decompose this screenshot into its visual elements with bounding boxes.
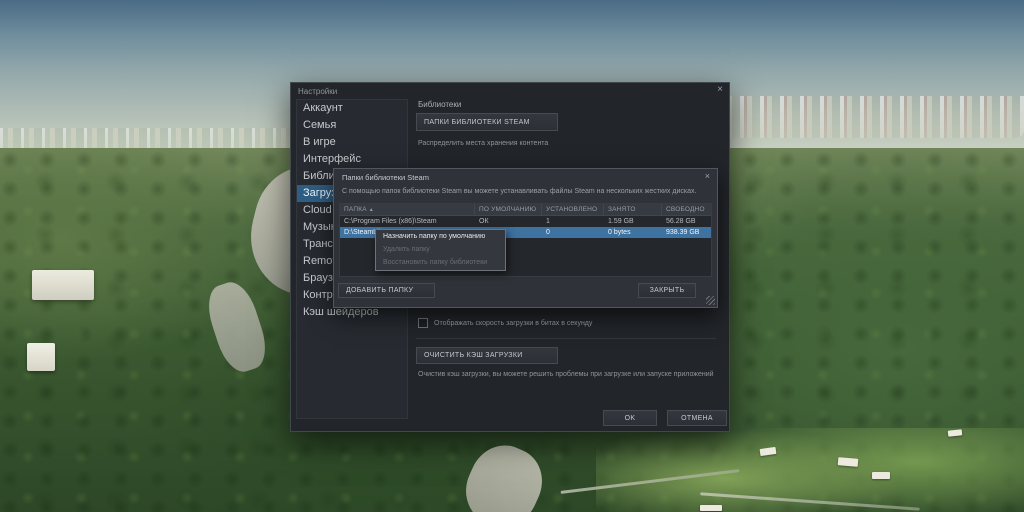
menu-item-remove-folder: Удалить папку bbox=[376, 243, 505, 256]
column-header-free[interactable]: СВОБОДНО bbox=[662, 204, 711, 215]
table-row[interactable]: C:\Program Files (x86)\Steam ОК 1 1.59 G… bbox=[340, 216, 711, 227]
folder-default: ОК bbox=[475, 216, 542, 227]
clear-cache-hint: Очистив кэш загрузки, вы можете решить п… bbox=[418, 371, 723, 378]
column-header-folder[interactable]: ПАПКА ▲ bbox=[340, 204, 475, 215]
dialog-title: Папки библиотеки Steam bbox=[342, 173, 429, 182]
sidebar-item-interface[interactable]: Интерфейс bbox=[297, 151, 407, 168]
clear-download-cache-button[interactable]: ОЧИСТИТЬ КЭШ ЗАГРУЗКИ bbox=[416, 347, 558, 364]
menu-item-repair-folder: Восстановить папку библиотеки bbox=[376, 256, 505, 269]
white-house bbox=[27, 343, 55, 371]
column-header-used[interactable]: ЗАНЯТО bbox=[604, 204, 662, 215]
show-bits-checkbox-label: Отображать скорость загрузки в битах в с… bbox=[434, 320, 592, 327]
white-building bbox=[32, 270, 94, 300]
folder-context-menu: Назначить папку по умолчанию Удалить пап… bbox=[375, 229, 506, 271]
village-roof bbox=[872, 472, 890, 479]
folder-free: 56.28 GB bbox=[662, 216, 711, 227]
settings-window-title: Настройки bbox=[298, 87, 337, 96]
add-folder-button[interactable]: ДОБАВИТЬ ПАПКУ bbox=[338, 283, 435, 298]
folder-free: 938.39 GB bbox=[662, 227, 711, 238]
screen: Настройки × Аккаунт Семья В игре Интерфе… bbox=[0, 0, 1024, 512]
column-header-default[interactable]: ПО УМОЛЧАНИЮ bbox=[475, 204, 542, 215]
dialog-close-button[interactable]: ЗАКРЫТЬ bbox=[638, 283, 696, 298]
divider bbox=[416, 338, 716, 339]
show-bits-checkbox[interactable] bbox=[418, 318, 428, 328]
cancel-button[interactable]: ОТМЕНА bbox=[667, 410, 727, 426]
allocate-storage-text: Распределить места хранения контента bbox=[418, 140, 548, 147]
column-header-installed[interactable]: УСТАНОВЛЕНО bbox=[542, 204, 604, 215]
folder-used: 1.59 GB bbox=[604, 216, 662, 227]
table-header-row: ПАПКА ▲ ПО УМОЛЧАНИЮ УСТАНОВЛЕНО ЗАНЯТО … bbox=[340, 204, 711, 216]
folder-used: 0 bytes bbox=[604, 227, 662, 238]
column-header-folder-label: ПАПКА bbox=[344, 206, 367, 213]
sidebar-item-account[interactable]: Аккаунт bbox=[297, 100, 407, 117]
dialog-resize-grip[interactable] bbox=[706, 296, 715, 305]
sidebar-item-family[interactable]: Семья bbox=[297, 117, 407, 134]
ok-button[interactable]: OK bbox=[603, 410, 657, 426]
sort-arrow-icon: ▲ bbox=[369, 207, 374, 213]
sidebar-item-ingame[interactable]: В игре bbox=[297, 134, 407, 151]
folder-installed: 0 bbox=[542, 227, 604, 238]
libraries-heading: Библиотеки bbox=[418, 100, 461, 109]
steam-library-folders-button[interactable]: ПАПКИ БИБЛИОТЕКИ STEAM bbox=[416, 113, 558, 131]
village-roof bbox=[700, 505, 722, 511]
close-icon[interactable]: × bbox=[717, 85, 723, 95]
folder-path: C:\Program Files (x86)\Steam bbox=[340, 216, 475, 227]
dialog-description: С помощью папок библиотеки Steam вы може… bbox=[342, 188, 714, 195]
dialog-close-icon[interactable]: × bbox=[705, 171, 710, 181]
folder-installed: 1 bbox=[542, 216, 604, 227]
village-roof bbox=[838, 457, 859, 467]
menu-item-set-default[interactable]: Назначить папку по умолчанию bbox=[376, 230, 505, 243]
